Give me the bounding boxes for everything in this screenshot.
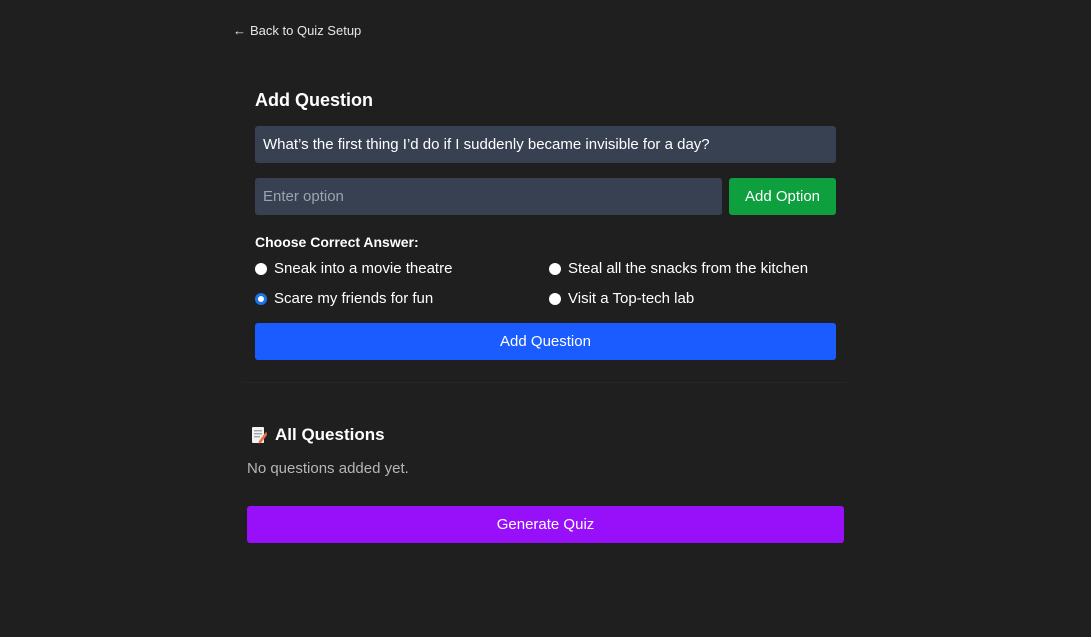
question-input[interactable] — [255, 126, 836, 163]
answer-label: Sneak into a movie theatre — [274, 260, 453, 277]
option-input[interactable] — [255, 178, 722, 215]
arrow-left-icon: ← — [233, 23, 246, 38]
answer-label: Scare my friends for fun — [274, 290, 434, 307]
answer-option-1[interactable]: Sneak into a movie theatre — [255, 260, 452, 277]
back-to-quiz-setup-link[interactable]: ← Back to Quiz Setup — [233, 23, 361, 38]
choose-correct-answer-label: Choose Correct Answer: — [255, 234, 419, 250]
no-questions-text: No questions added yet. — [247, 460, 409, 477]
back-link-label: Back to Quiz Setup — [250, 23, 362, 38]
add-question-button[interactable]: Add Question — [255, 323, 836, 360]
all-questions-heading: All Questions — [251, 425, 385, 445]
answer-option-4[interactable]: Visit a Top-tech lab — [549, 290, 694, 307]
radio-button[interactable] — [549, 262, 561, 275]
all-questions-title: All Questions — [275, 425, 385, 444]
add-option-button[interactable]: Add Option — [729, 178, 836, 215]
answer-label: Visit a Top-tech lab — [568, 290, 695, 307]
memo-icon — [251, 426, 268, 444]
radio-button[interactable] — [255, 262, 267, 275]
answer-option-2[interactable]: Steal all the snacks from the kitchen — [549, 260, 808, 277]
radio-button[interactable] — [549, 292, 561, 305]
answer-label: Steal all the snacks from the kitchen — [568, 260, 809, 277]
radio-button-selected[interactable] — [255, 292, 267, 305]
card-title: Add Question — [255, 90, 373, 110]
answer-option-3[interactable]: Scare my friends for fun — [255, 290, 433, 307]
generate-quiz-button[interactable]: Generate Quiz — [247, 506, 844, 543]
add-question-card: Add Question Add Option Choose Correct A… — [238, 70, 852, 383]
